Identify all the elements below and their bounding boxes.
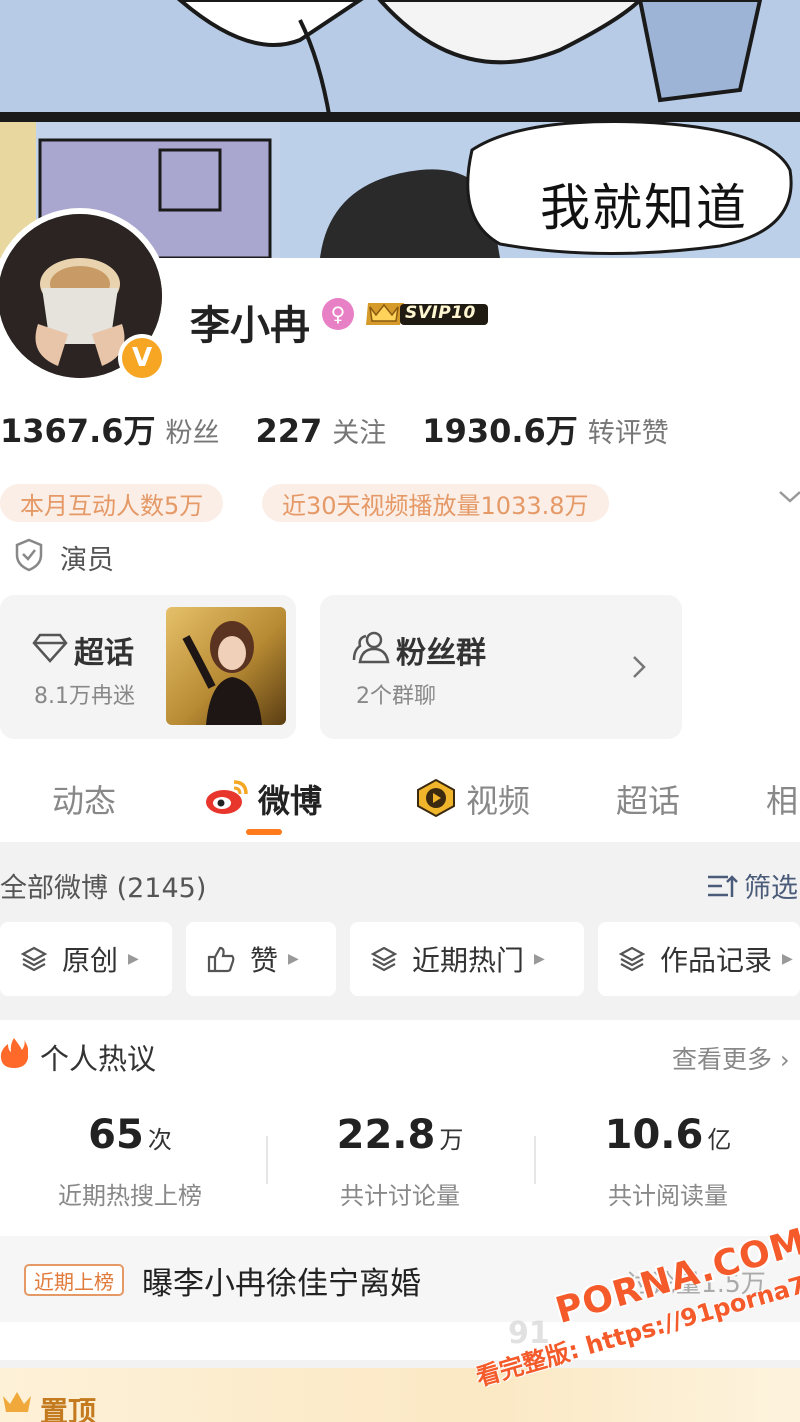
following-count[interactable]: 227	[256, 412, 323, 450]
female-icon: ♀	[322, 298, 354, 330]
fan-group-subtitle: 2个群聊	[356, 684, 436, 709]
chevron-right-icon	[633, 656, 646, 678]
tab-super-topic[interactable]: 超话	[616, 776, 680, 822]
trend-headline[interactable]: 曝李小冉徐佳宁离婚	[142, 1258, 421, 1303]
filter-icon	[708, 874, 738, 897]
metric-hot-search-label: 近期热搜上榜	[58, 1182, 202, 1210]
recent-trending-badge: 近期上榜	[24, 1264, 124, 1296]
active-tab-indicator	[246, 829, 282, 835]
diamond-icon	[32, 633, 68, 663]
followers-label[interactable]: 粉丝	[166, 411, 220, 450]
tab-dynamics[interactable]: 动态	[52, 776, 116, 822]
crown-icon	[3, 1392, 31, 1412]
profile-stats: 1367.6万 粉丝 227 关注 1930.6万 转评赞	[0, 406, 705, 452]
monthly-interactions-pill[interactable]: 本月互动人数5万	[0, 484, 224, 522]
metric-discussions[interactable]: 22.8 万	[270, 1112, 530, 1158]
super-topic-subtitle: 8.1万冉迷	[34, 684, 135, 709]
video-plays-pill[interactable]: 近30天视频播放量1033.8万	[262, 484, 609, 522]
flame-icon	[0, 1038, 28, 1068]
role-label: 演员	[60, 545, 114, 576]
pinned-post-bar[interactable]	[0, 1368, 800, 1422]
interactions-count[interactable]: 1930.6万	[422, 406, 578, 452]
chip-recent-hot[interactable]: 近期热门 ▶	[350, 922, 584, 996]
metric-hot-search[interactable]: 65 次	[0, 1112, 260, 1158]
filter-button[interactable]: 筛选	[706, 866, 798, 905]
fan-group-title: 粉丝群	[396, 636, 486, 671]
chip-likes[interactable]: 赞 ▶	[186, 922, 336, 996]
layers-icon	[370, 946, 398, 972]
super-topic-photo	[166, 607, 286, 725]
followers-count[interactable]: 1367.6万	[0, 406, 156, 452]
shield-icon	[15, 538, 43, 572]
all-weibo-count: 全部微博 (2145)	[0, 873, 207, 904]
metric-discussions-label: 共计讨论量	[340, 1182, 460, 1210]
weibo-logo-icon	[206, 780, 248, 814]
chip-original[interactable]: 原创 ▶	[0, 922, 172, 996]
chevron-right-icon: ›	[779, 1046, 790, 1074]
pinned-label: 置顶	[40, 1395, 97, 1422]
super-topic-title: 超话	[74, 636, 134, 671]
speech-bubble-text: 我就知道	[540, 179, 748, 237]
following-label[interactable]: 关注	[332, 411, 386, 450]
divider	[266, 1136, 268, 1184]
tab-weibo[interactable]: 微博	[258, 776, 322, 822]
filter-label: 筛选	[744, 873, 798, 904]
verified-badge: V	[118, 334, 166, 382]
divider	[534, 1136, 536, 1184]
tab-album[interactable]: 相	[766, 776, 798, 822]
thumbs-up-icon	[207, 946, 235, 973]
layers-icon	[618, 946, 646, 972]
tab-video[interactable]: 视频	[466, 776, 530, 822]
chevron-down-icon[interactable]	[776, 482, 800, 510]
profile-tabs: 动态 微博 视频 超话 相	[0, 770, 800, 830]
hot-section-title: 个人热议	[40, 1042, 157, 1076]
layers-icon	[20, 946, 48, 972]
view-more-link[interactable]: 查看更多 ›	[672, 1040, 790, 1076]
chip-works-record[interactable]: 作品记录 ▶	[598, 922, 800, 996]
metric-reads-label: 共计阅读量	[608, 1182, 728, 1210]
username: 李小冉	[190, 303, 310, 349]
metric-reads[interactable]: 10.6 亿	[538, 1112, 798, 1158]
fan-group-card[interactable]	[320, 595, 682, 739]
svip-level-label: SVIP10	[405, 303, 476, 323]
group-users-icon	[352, 631, 390, 664]
interactions-label[interactable]: 转评赞	[588, 411, 669, 450]
video-play-icon	[417, 778, 455, 818]
